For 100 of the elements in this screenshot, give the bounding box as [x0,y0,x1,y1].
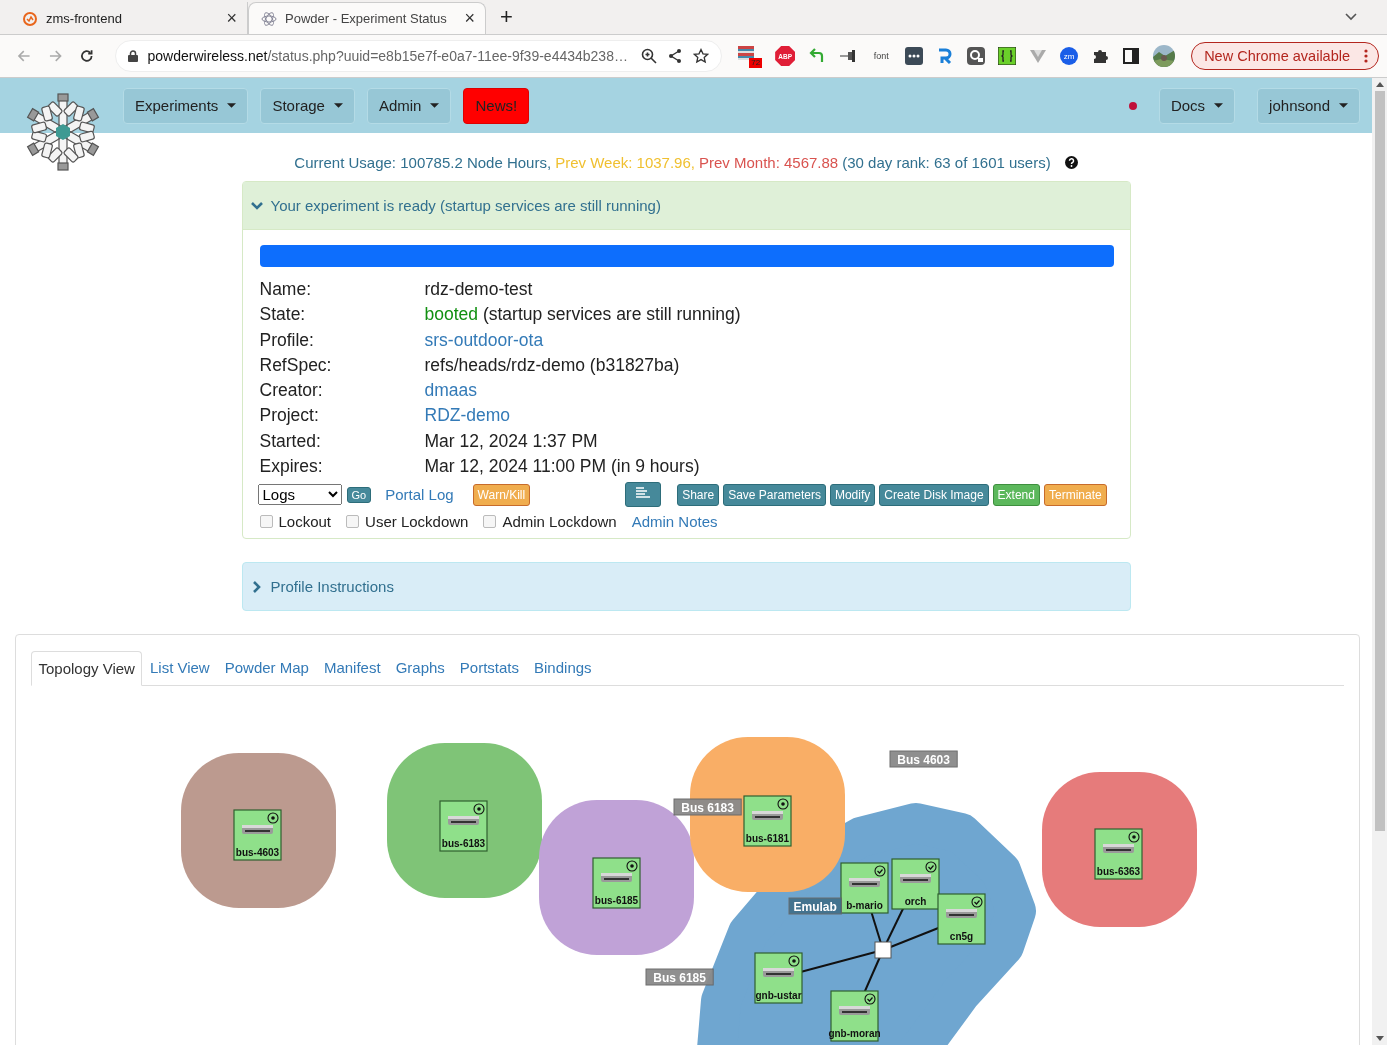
action-button[interactable]: Share [677,483,720,506]
view-tab[interactable]: Portstats [452,650,527,686]
usage-text: Prev Week: 1037.96, [555,154,695,171]
node[interactable]: gnb-moran [828,990,881,1042]
star-icon[interactable] [693,48,710,64]
node[interactable]: orch [891,858,940,910]
tab-title: Powder - Experiment Status [285,11,448,26]
braces-icon[interactable] [998,47,1017,65]
field-value: Mar 12, 2024 1:37 PM [424,429,599,453]
node[interactable]: bus-6363 [1094,828,1143,880]
tab-title: zms-frontend [46,10,123,26]
checkbox[interactable] [483,515,497,529]
caret-icon [333,103,343,108]
nav-menu[interactable]: Experiments [123,87,249,124]
node[interactable]: b-mario [840,862,889,914]
scrollbar[interactable] [1372,78,1387,1045]
zoom-icon[interactable] [641,48,658,64]
flame-icon [22,10,38,26]
field-value: Mar 12, 2024 11:00 PM (in 9 hours) [424,455,701,479]
puzzle-icon[interactable] [1091,47,1110,65]
scroll-up-icon[interactable] [1375,82,1384,87]
checkbox-label: User Lockdown [365,513,469,531]
checkbox[interactable] [259,515,273,529]
admin-notes-link[interactable]: Admin Notes [631,513,718,531]
bus-label: Bus 4603 [889,750,958,768]
close-tab-button[interactable]: × [226,7,237,29]
help-icon[interactable] [1064,156,1078,169]
view-tab[interactable]: Manifest [316,650,389,686]
field-value: refs/heads/rdz-demo (b31827ba) [424,353,681,377]
view-tab[interactable]: Graphs [388,650,453,686]
share-icon[interactable] [667,48,684,64]
chevron-icon [250,580,263,593]
kebab-icon [1364,49,1368,63]
side-panel-icon[interactable] [1122,47,1141,65]
usage-text: (30 day rank: 63 of 1601 users) [842,154,1051,171]
atom-icon [261,10,277,27]
url-text: powderwireless.net/status.php?uuid=e8b15e7f-e0a7-11ee-9f39-e4434b238… [147,48,629,64]
field-label: Started: [259,429,322,453]
node[interactable]: bus-6185 [592,857,641,909]
site-label: Emulab [788,897,842,915]
logs-select[interactable]: Logs [257,484,342,506]
usage-text: Prev Month: 4567.88 [698,154,839,171]
browser-tab[interactable]: Powder - Experiment Status × [248,2,486,34]
view-tab[interactable]: Powder Map [217,650,317,686]
view-tab[interactable]: Bindings [526,650,600,686]
dots-icon[interactable] [905,47,924,65]
panel-title: Your experiment is ready (startup services are still running) [270,197,661,214]
bus-label: Bus 6183 [673,798,742,816]
caret-icon [430,103,440,108]
field-label: State: [259,303,307,327]
action-button[interactable]: Modify [829,483,876,506]
node[interactable]: bus-6183 [439,800,488,852]
node[interactable]: cn5g [937,893,986,945]
new-tab-button[interactable]: + [500,4,513,30]
field-link[interactable]: dmaas [424,378,1114,404]
node[interactable]: bus-4603 [233,809,282,861]
panel-header[interactable]: Profile Instructions [242,563,1130,611]
field-label: Profile: [259,328,315,352]
field-label: RefSpec: [259,353,333,377]
zoom-extension-icon[interactable]: zm [1060,47,1079,65]
close-tab-button[interactable]: × [464,8,475,29]
chevron-icon [250,199,263,212]
lines-icon [636,487,651,500]
go-button[interactable]: Go [346,486,372,503]
update-button[interactable]: New Chrome available [1191,42,1379,70]
news-button[interactable]: News! [463,87,530,124]
reload-icon[interactable] [79,48,95,64]
pin-icon[interactable] [839,47,858,65]
node[interactable]: bus-6181 [743,795,792,847]
field-label: Creator: [259,379,324,403]
switch-node[interactable] [874,941,892,959]
address-bar[interactable]: powderwireless.net/status.php?uuid=e8b15e7f-e0a7-11ee-9f39-e4434b238… [114,40,723,72]
action-button[interactable]: Create Disk Image [879,483,989,506]
field-link[interactable]: srs-outdoor-ota [424,327,1114,353]
camera-icon[interactable] [967,47,986,65]
field-label: Expires: [259,455,324,479]
portal-log-link[interactable]: Portal Log [385,486,454,504]
action-button[interactable]: Save Parameters [723,483,826,506]
chevron-down-icon[interactable] [1345,13,1357,21]
field-link[interactable]: RDZ-demo [424,403,1114,429]
nav-menu[interactable]: johnsond [1257,87,1360,124]
checkbox-label: Lockout [278,513,332,531]
field-label: Name: [259,278,313,301]
caret-icon [227,103,237,108]
caret-icon [1339,103,1348,108]
list-button[interactable] [625,482,662,508]
field-label: Project: [259,404,320,428]
caret-icon [1214,103,1224,108]
lock-icon [127,50,138,62]
view-tab[interactable]: Topology View [31,651,143,687]
checkbox[interactable] [346,515,360,529]
scroll-down-icon[interactable] [1375,1036,1384,1041]
panel-header[interactable]: Your experiment is ready (startup services are still running) [242,182,1130,230]
node[interactable]: gnb-ustar [754,952,803,1004]
font-extension-icon[interactable]: font [870,51,893,61]
nav-menu[interactable]: Docs [1158,87,1236,124]
bus-label: Bus 6185 [645,968,714,986]
nav-menu[interactable]: Admin [366,87,452,124]
view-tab[interactable]: List View [142,650,218,686]
nav-menu[interactable]: Storage [260,87,355,124]
